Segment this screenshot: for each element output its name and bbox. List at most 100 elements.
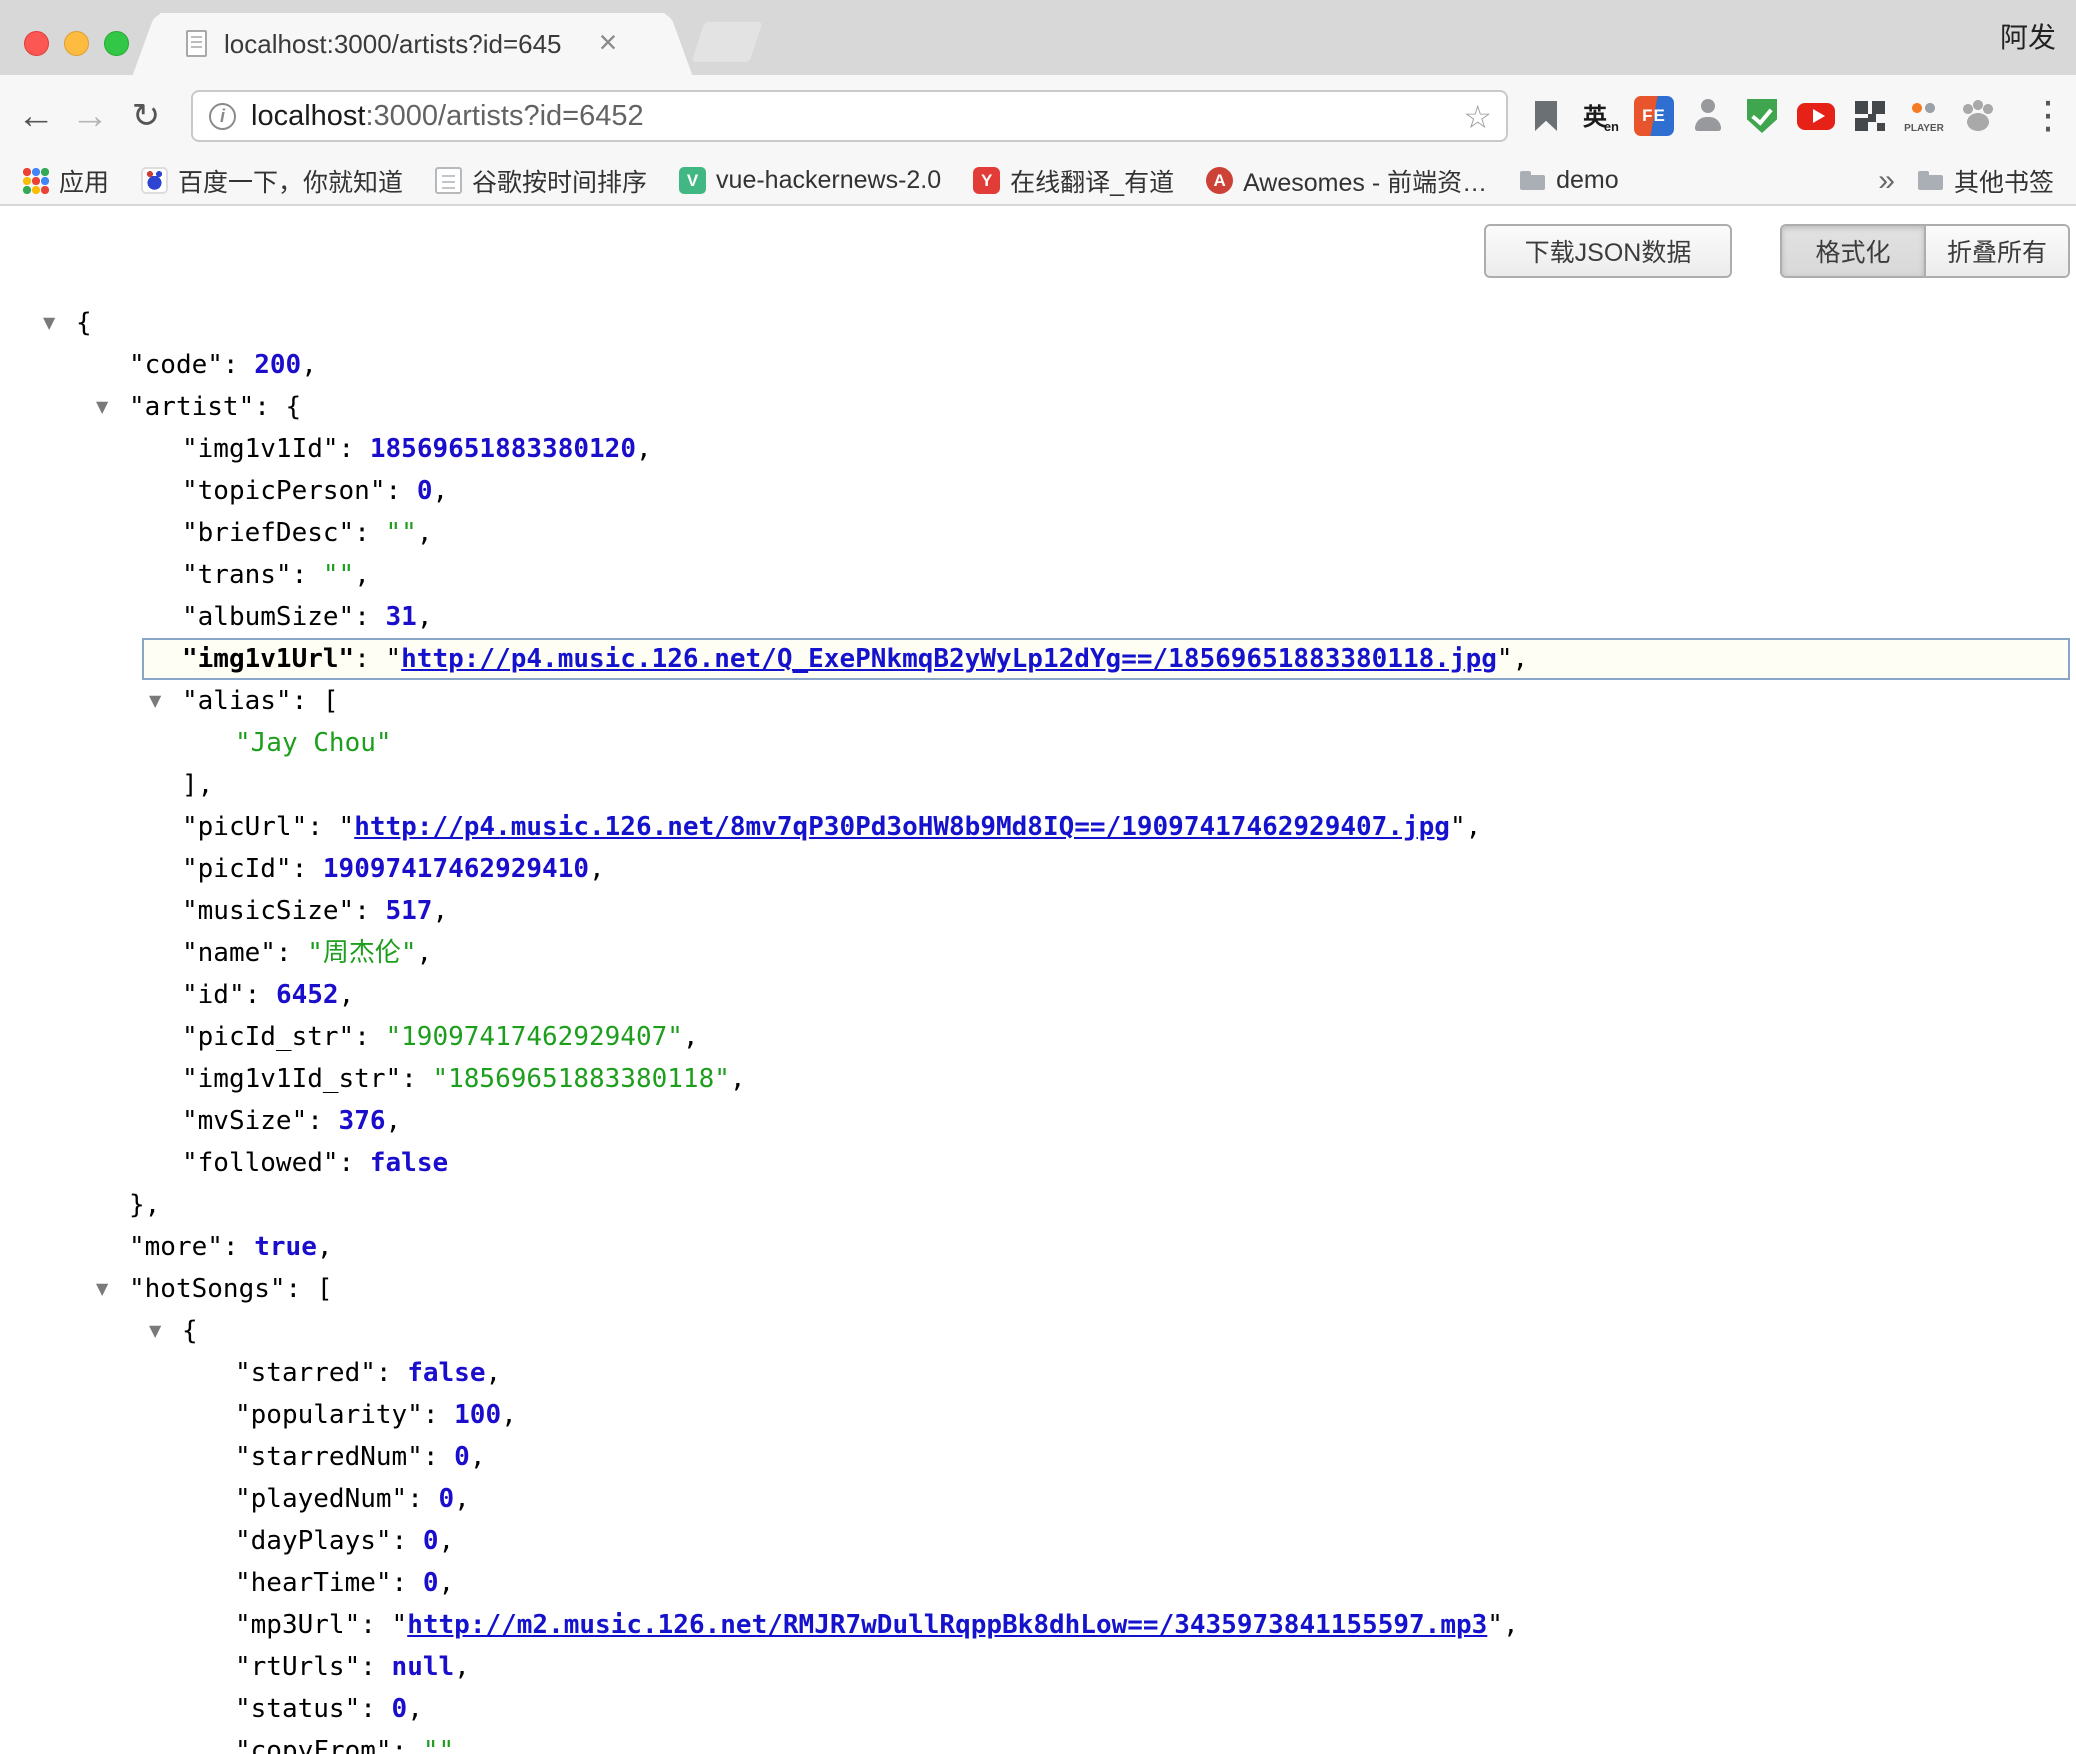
json-token: "img1v1Id" bbox=[182, 434, 339, 464]
page-info-icon[interactable]: i bbox=[209, 103, 236, 130]
new-tab-button[interactable] bbox=[692, 22, 763, 62]
json-token: }, bbox=[129, 1190, 160, 1220]
json-token: , bbox=[354, 560, 370, 590]
collapse-arrow-icon[interactable]: ▼ bbox=[96, 1268, 108, 1310]
json-token: : bbox=[307, 812, 338, 842]
bookmark-item[interactable]: Vvue-hackernews-2.0 bbox=[679, 166, 941, 195]
json-token: , bbox=[417, 518, 433, 548]
json-token: "starred" bbox=[235, 1358, 376, 1388]
bookmark-item[interactable]: AAwesomes - 前端资… bbox=[1206, 163, 1487, 199]
view-toggle-group: 格式化 折叠所有 bbox=[1780, 224, 2070, 278]
json-token: 100 bbox=[454, 1400, 501, 1430]
folder-favicon-icon bbox=[1519, 167, 1546, 194]
json-token: true bbox=[254, 1232, 317, 1262]
json-token: "artist" bbox=[129, 392, 254, 422]
back-button[interactable]: ← bbox=[14, 75, 58, 157]
tab-close-icon[interactable]: × bbox=[588, 13, 628, 75]
json-token: , bbox=[386, 1106, 402, 1136]
collapse-arrow-icon[interactable]: ▼ bbox=[43, 302, 55, 344]
fe-extension-icon[interactable]: FE bbox=[1634, 96, 1674, 136]
vue-favicon-icon: V bbox=[679, 167, 706, 194]
json-url-link[interactable]: http://p4.music.126.net/Q_ExePNkmqB2yWyL… bbox=[401, 644, 1497, 674]
json-token: , bbox=[417, 938, 433, 968]
doc-favicon-icon bbox=[435, 167, 462, 194]
json-token: "more" bbox=[129, 1232, 223, 1262]
forward-button[interactable]: → bbox=[68, 75, 112, 157]
bookmark-label: 谷歌按时间排序 bbox=[472, 163, 647, 199]
extension-icon-text: FE bbox=[1642, 106, 1666, 126]
close-window-button[interactable] bbox=[24, 31, 49, 56]
collapse-arrow-icon[interactable]: ▼ bbox=[149, 680, 161, 722]
json-token: , bbox=[636, 434, 652, 464]
json-token: 517 bbox=[386, 896, 433, 926]
bookmark-star-icon[interactable]: ☆ bbox=[1463, 92, 1492, 140]
json-url-link[interactable]: http://p4.music.126.net/8mv7qP30Pd3oHW8b… bbox=[354, 812, 1450, 842]
player-extension-icon[interactable]: PLAYER bbox=[1904, 96, 1944, 136]
json-line: "followed": false bbox=[0, 1142, 2076, 1184]
json-line: ▼"hotSongs": [ bbox=[0, 1268, 2076, 1310]
json-token: " bbox=[386, 644, 402, 674]
json-token: : bbox=[292, 560, 323, 590]
json-token: : bbox=[354, 896, 385, 926]
json-token: "" bbox=[386, 518, 417, 548]
json-line: "playedNum": 0, bbox=[0, 1478, 2076, 1520]
json-url-link[interactable]: http://m2.music.126.net/RMJR7wDullRqppBk… bbox=[407, 1610, 1487, 1640]
browser-menu-icon[interactable]: ⋮ bbox=[2028, 75, 2068, 157]
json-token: "copyFrom" bbox=[235, 1736, 392, 1754]
youtube-extension-icon[interactable] bbox=[1796, 96, 1836, 136]
json-token: : [ bbox=[292, 686, 339, 716]
json-token: "picId_str" bbox=[182, 1022, 354, 1052]
bookmark-item[interactable]: demo bbox=[1519, 166, 1619, 195]
bookmark-item[interactable]: 应用 bbox=[22, 163, 109, 199]
bookmark-label: demo bbox=[1556, 166, 1619, 195]
url-host: localhost bbox=[251, 100, 365, 132]
json-token: : bbox=[354, 644, 385, 674]
translate-extension-icon[interactable]: 英en bbox=[1580, 96, 1620, 136]
json-line: "topicPerson": 0, bbox=[0, 470, 2076, 512]
json-token: , bbox=[730, 1064, 746, 1094]
browser-tab[interactable]: localhost:3000/artists?id=645 × bbox=[160, 13, 665, 75]
adguard-shield-extension-icon[interactable] bbox=[1742, 96, 1782, 136]
maximize-window-button[interactable] bbox=[104, 31, 129, 56]
collapse-arrow-icon[interactable]: ▼ bbox=[149, 1310, 161, 1352]
bookmark-item[interactable]: 谷歌按时间排序 bbox=[435, 163, 647, 199]
youdao-favicon-icon: Y bbox=[973, 167, 1000, 194]
qrcode-extension-icon[interactable] bbox=[1850, 96, 1890, 136]
collapse-arrow-icon[interactable]: ▼ bbox=[96, 386, 108, 428]
json-token: "" bbox=[323, 560, 354, 590]
json-token: , bbox=[339, 980, 355, 1010]
minimize-window-button[interactable] bbox=[64, 31, 89, 56]
bookmark-item[interactable]: Y在线翻译_有道 bbox=[973, 163, 1174, 199]
json-token: , bbox=[1503, 1610, 1519, 1640]
json-token: "briefDesc" bbox=[182, 518, 354, 548]
json-token: , bbox=[454, 1484, 470, 1514]
bookmark-item[interactable]: 百度一下，你就知道 bbox=[141, 163, 403, 199]
profile-name[interactable]: 阿发 bbox=[2000, 0, 2056, 75]
json-token: , bbox=[439, 1526, 455, 1556]
json-line: "copyFrom": "", bbox=[0, 1730, 2076, 1754]
json-token: : bbox=[223, 1232, 254, 1262]
json-token: "id" bbox=[182, 980, 245, 1010]
json-token: "hotSongs" bbox=[129, 1274, 286, 1304]
json-token: , bbox=[432, 476, 448, 506]
bookmarks-overflow-icon[interactable]: » bbox=[1878, 158, 1895, 203]
v-flag-extension-icon[interactable] bbox=[1526, 96, 1566, 136]
profile-person-extension-icon[interactable] bbox=[1688, 96, 1728, 136]
collapse-all-button[interactable]: 折叠所有 bbox=[1924, 226, 2068, 276]
json-token: "" bbox=[423, 1736, 454, 1754]
json-token: 19097417462929410 bbox=[323, 854, 589, 884]
other-bookmarks-folder[interactable]: 其他书签 bbox=[1917, 163, 2054, 199]
json-line: "rtUrls": null, bbox=[0, 1646, 2076, 1688]
json-line: "trans": "", bbox=[0, 554, 2076, 596]
json-token: 0 bbox=[439, 1484, 455, 1514]
json-line: "musicSize": 517, bbox=[0, 890, 2076, 932]
format-button[interactable]: 格式化 bbox=[1782, 226, 1924, 276]
address-bar[interactable]: i localhost:3000/artists?id=6452 ☆ bbox=[191, 90, 1508, 142]
json-token: { bbox=[182, 1316, 198, 1346]
download-json-button[interactable]: 下载JSON数据 bbox=[1484, 224, 1732, 278]
json-token: "dayPlays" bbox=[235, 1526, 392, 1556]
json-token: : bbox=[276, 938, 307, 968]
reload-button[interactable]: ↻ bbox=[124, 75, 168, 157]
paw-extension-icon[interactable] bbox=[1958, 96, 1998, 136]
json-token: , bbox=[454, 1736, 470, 1754]
